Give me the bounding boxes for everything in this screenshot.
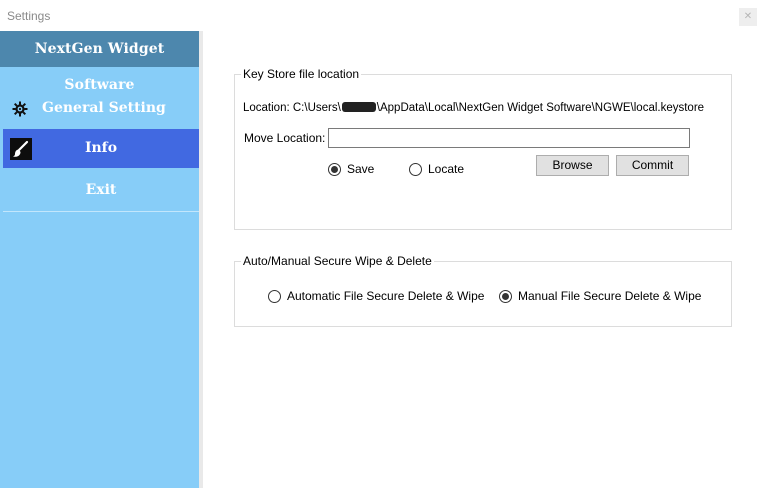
move-location-input[interactable]: [328, 128, 690, 148]
commit-button[interactable]: Commit: [616, 155, 689, 176]
locate-radio[interactable]: Locate: [409, 162, 464, 176]
wipe-group-legend: Auto/Manual Secure Wipe & Delete: [241, 254, 434, 268]
close-button[interactable]: ✕: [739, 8, 757, 26]
keystore-group-legend: Key Store file location: [241, 67, 362, 81]
sidebar-item-general-setting[interactable]: General Setting: [3, 89, 199, 130]
title-bar: Settings ✕: [0, 0, 759, 31]
sidebar: NextGen Widget Software General Setting: [0, 31, 199, 488]
automatic-wipe-radio[interactable]: Automatic File Secure Delete & Wipe: [268, 289, 484, 303]
sidebar-item-info[interactable]: Info: [3, 129, 199, 168]
automatic-wipe-radio-dot: [268, 289, 281, 303]
locate-radio-dot: [409, 162, 422, 176]
divider: [3, 211, 199, 212]
save-radio[interactable]: Save: [328, 162, 374, 176]
browse-button[interactable]: Browse: [536, 155, 609, 176]
redacted-username: [341, 102, 376, 112]
save-radio-label: Save: [347, 162, 375, 176]
window-title: Settings: [7, 9, 51, 23]
sidebar-item-label: Info: [84, 140, 118, 156]
keystore-location-text: Location: C:\Users\ \AppData\Local\NextGe…: [243, 102, 704, 114]
location-suffix: \AppData\Local\NextGen Widget Software\N…: [376, 102, 705, 114]
keystore-group: Key Store file location: [234, 67, 732, 230]
sidebar-item-label: Exit: [85, 182, 117, 198]
location-prefix: Location: C:\Users\: [243, 102, 341, 114]
manual-wipe-radio[interactable]: Manual File Secure Delete & Wipe: [499, 289, 701, 303]
automatic-wipe-label: Automatic File Secure Delete & Wipe: [287, 289, 485, 303]
locate-radio-label: Locate: [428, 162, 465, 176]
save-radio-dot: [328, 162, 341, 176]
sidebar-item-exit[interactable]: Exit: [3, 171, 199, 212]
manual-wipe-label: Manual File Secure Delete & Wipe: [518, 289, 702, 303]
manual-wipe-radio-dot: [499, 289, 512, 303]
sidebar-edge: [199, 31, 203, 488]
brand-title: NextGen Widget Software: [0, 31, 199, 93]
move-location-label: Move Location:: [244, 131, 326, 145]
sidebar-item-label: General Setting: [42, 100, 166, 116]
